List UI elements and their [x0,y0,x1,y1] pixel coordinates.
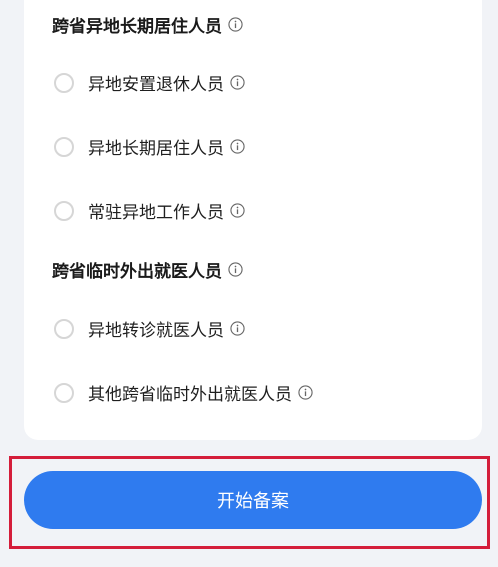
option-label: 其他跨省临时外出就医人员 [88,385,292,405]
option-resident-worker[interactable]: 常驻异地工作人员 [54,198,245,223]
option-referral-patient[interactable]: 异地转诊就医人员 [54,316,245,341]
info-icon[interactable] [230,75,245,90]
radio-button[interactable] [54,136,74,157]
option-other-temporary-patient[interactable]: 其他跨省临时外出就医人员 [54,380,313,405]
info-icon[interactable] [228,262,243,277]
option-label: 异地长期居住人员 [88,139,224,159]
option-label: 异地转诊就医人员 [88,321,224,341]
radio-button[interactable] [54,382,74,403]
section-title-text: 跨省异地长期居住人员 [52,17,222,37]
info-icon[interactable] [230,203,245,218]
start-filing-button[interactable]: 开始备案 [24,471,482,529]
radio-button[interactable] [54,72,74,93]
option-label: 异地安置退休人员 [88,75,224,95]
info-icon[interactable] [298,385,313,400]
option-label: 常驻异地工作人员 [88,203,224,223]
info-icon[interactable] [228,17,243,32]
info-icon[interactable] [230,139,245,154]
info-icon[interactable] [230,321,245,336]
section-title-text: 跨省临时外出就医人员 [52,262,222,282]
section-title-long-term-residence: 跨省异地长期居住人员 [52,12,243,37]
section-title-temporary-medical: 跨省临时外出就医人员 [52,257,243,282]
radio-button[interactable] [54,200,74,221]
option-long-term-resident[interactable]: 异地长期居住人员 [54,134,245,159]
radio-button[interactable] [54,318,74,339]
option-retired-relocated[interactable]: 异地安置退休人员 [54,70,245,95]
